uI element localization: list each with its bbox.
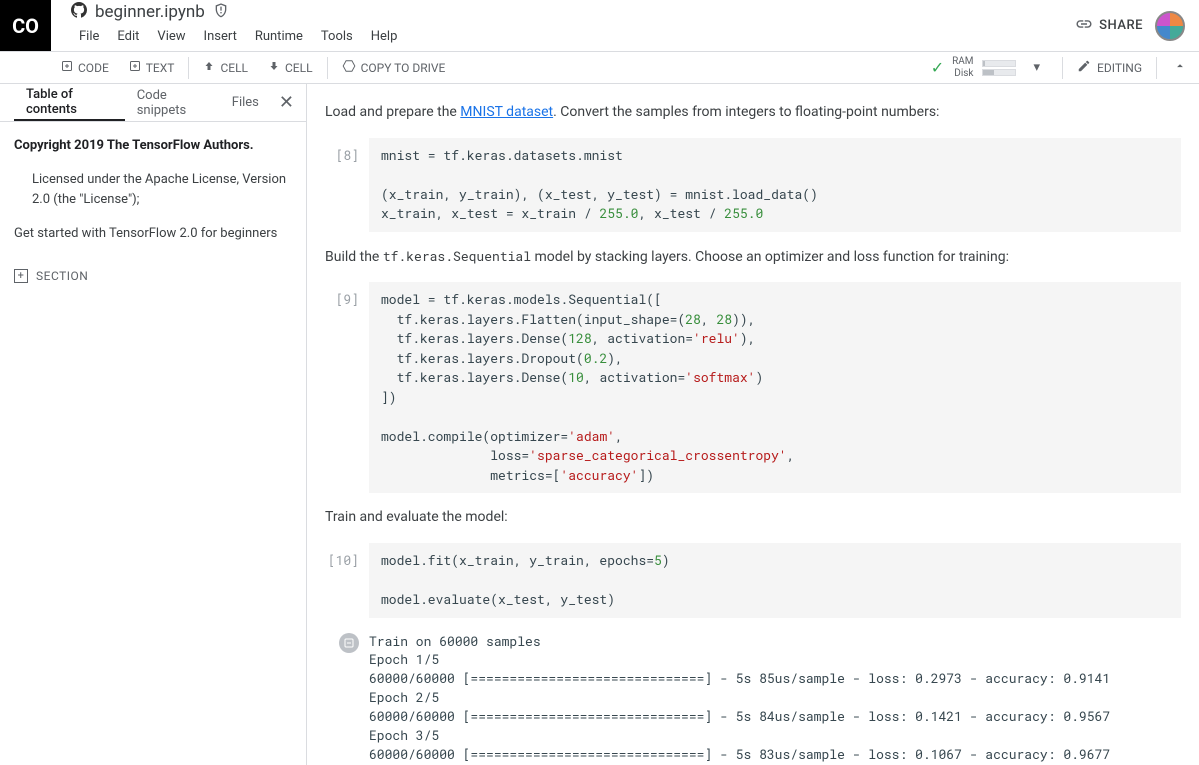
output-text: Train on 60000 samples Epoch 1/5 60000/6…: [369, 632, 1181, 765]
code-cell-9[interactable]: [9] model = tf.keras.models.Sequential([…: [325, 282, 1181, 493]
drive-icon: [342, 59, 356, 76]
editing-mode-button[interactable]: EDITING: [1067, 55, 1152, 80]
toc-item-license[interactable]: Licensed under the Apache License, Versi…: [14, 170, 292, 210]
menu-runtime[interactable]: Runtime: [247, 26, 311, 47]
code-cell-10[interactable]: [10] model.fit(x_train, y_train, epochs=…: [325, 543, 1181, 618]
code-editor[interactable]: model = tf.keras.models.Sequential([ tf.…: [369, 282, 1181, 493]
connected-check-icon: ✓: [931, 58, 944, 77]
output-toggle-icon[interactable]: [339, 633, 359, 653]
notebook-area[interactable]: Load and prepare the MNIST dataset. Conv…: [307, 84, 1199, 765]
markdown-cell[interactable]: Load and prepare the MNIST dataset. Conv…: [325, 102, 1181, 124]
markdown-cell[interactable]: Train and evaluate the model:: [325, 507, 1181, 529]
colab-logo[interactable]: CO: [0, 0, 51, 51]
arrow-down-icon: [268, 60, 280, 75]
disk-bar: [982, 69, 1016, 76]
tab-files[interactable]: Files: [220, 84, 271, 121]
tab-toc[interactable]: Table of contents: [14, 84, 125, 121]
tab-snippets[interactable]: Code snippets: [125, 84, 220, 121]
share-label: SHARE: [1099, 18, 1143, 33]
copy-to-drive-button[interactable]: COPY TO DRIVE: [332, 55, 456, 80]
add-section-button[interactable]: + SECTION: [14, 259, 292, 294]
menu-help[interactable]: Help: [363, 26, 406, 47]
close-icon: ✕: [279, 92, 294, 113]
menu-edit[interactable]: Edit: [109, 26, 147, 47]
link-icon: [1075, 15, 1093, 37]
pencil-icon: [1077, 59, 1091, 76]
toc-heading-copyright[interactable]: Copyright 2019 The TensorFlow Authors.: [14, 136, 292, 156]
plus-icon: +: [14, 269, 28, 283]
code-editor[interactable]: model.fit(x_train, y_train, epochs=5) mo…: [369, 543, 1181, 618]
menu-file[interactable]: File: [71, 26, 107, 47]
disk-label: Disk: [952, 68, 973, 80]
cell-prompt: [10]: [325, 543, 369, 618]
sidebar-close-button[interactable]: ✕: [271, 88, 302, 117]
toc-item-getstarted[interactable]: Get started with TensorFlow 2.0 for begi…: [14, 224, 292, 244]
chevron-up-icon: [1173, 62, 1187, 77]
header: CO beginner.ipynb File Edit View Insert …: [0, 0, 1199, 51]
ram-bar: [982, 60, 1016, 67]
add-code-button[interactable]: CODE: [51, 56, 119, 79]
cell-up-button[interactable]: CELL: [193, 56, 258, 79]
menu-tools[interactable]: Tools: [313, 26, 361, 47]
menu-bar: File Edit View Insert Runtime Tools Help: [71, 24, 1075, 48]
mnist-link[interactable]: MNIST dataset: [460, 104, 553, 120]
user-avatar[interactable]: [1155, 11, 1185, 41]
menu-view[interactable]: View: [149, 26, 193, 47]
github-icon: [71, 2, 87, 22]
share-button[interactable]: SHARE: [1075, 15, 1143, 37]
runtime-dropdown[interactable]: ▾: [1024, 60, 1051, 75]
cell-prompt: [9]: [325, 282, 369, 493]
ram-label: RAM: [952, 56, 973, 68]
collapse-header-button[interactable]: [1161, 55, 1199, 81]
code-cell-8[interactable]: [8] mnist = tf.keras.datasets.mnist (x_t…: [325, 138, 1181, 232]
unsaved-changes-icon: [213, 2, 229, 22]
cell-output: Train on 60000 samples Epoch 1/5 60000/6…: [325, 632, 1181, 765]
toolbar: CODE TEXT CELL CELL COPY TO DRIVE: [0, 51, 1199, 84]
cell-down-button[interactable]: CELL: [258, 56, 323, 79]
arrow-up-icon: [203, 60, 215, 75]
menu-insert[interactable]: Insert: [196, 26, 245, 47]
plus-icon: [61, 60, 73, 75]
markdown-cell[interactable]: Build the tf.keras.Sequential model by s…: [325, 246, 1181, 269]
add-text-button[interactable]: TEXT: [119, 56, 185, 79]
notebook-title[interactable]: beginner.ipynb: [95, 2, 205, 22]
sidebar: Table of contents Code snippets Files ✕ …: [0, 84, 307, 765]
code-editor[interactable]: mnist = tf.keras.datasets.mnist (x_train…: [369, 138, 1181, 232]
cell-prompt: [8]: [325, 138, 369, 232]
runtime-status[interactable]: ✓ RAM Disk ▾: [931, 56, 1058, 80]
plus-icon: [129, 60, 141, 75]
